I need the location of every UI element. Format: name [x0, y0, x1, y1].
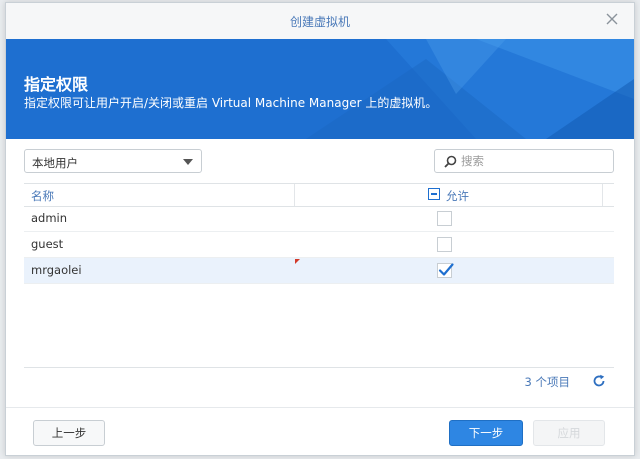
- search-icon: [444, 155, 457, 168]
- header-banner: 指定权限 指定权限可让用户开启/关闭或重启 Virtual Machine Ma…: [6, 39, 634, 139]
- chevron-down-icon: [183, 159, 193, 165]
- column-header-name[interactable]: 名称: [31, 188, 54, 204]
- user-type-selected-value: 本地用户: [32, 156, 78, 170]
- row-user-name: admin: [31, 211, 68, 225]
- next-button[interactable]: 下一步: [449, 420, 523, 446]
- create-vm-dialog: 创建虚拟机 指定权限 指定权限可让用户开启/关闭或重启 Virtual Mach…: [5, 2, 635, 456]
- permissions-table: 名称 允许 admin guest mrgaolei: [24, 183, 614, 368]
- table-row[interactable]: mrgaolei: [24, 258, 614, 284]
- table-row[interactable]: guest: [24, 232, 614, 258]
- page-description: 指定权限可让用户开启/关闭或重启 Virtual Machine Manager…: [24, 96, 438, 110]
- allow-checkbox[interactable]: [437, 211, 452, 226]
- allow-checkbox[interactable]: [437, 263, 454, 278]
- table-header: 名称 允许: [24, 183, 614, 207]
- footer-divider: [6, 407, 634, 408]
- select-all-checkbox[interactable]: [428, 188, 440, 200]
- apply-button: 应用: [533, 420, 605, 446]
- search-input[interactable]: [461, 153, 606, 169]
- row-user-name: guest: [31, 237, 64, 251]
- table-footer: 3 个项目: [24, 367, 614, 395]
- page-heading: 指定权限: [24, 75, 89, 94]
- column-divider[interactable]: [602, 184, 603, 206]
- dialog-title: 创建虚拟机: [289, 15, 350, 29]
- row-user-name: mrgaolei: [31, 263, 82, 277]
- dialog-titlebar: 创建虚拟机: [6, 3, 634, 40]
- banner-background-graphic: [306, 39, 634, 139]
- cursor-marker: [295, 259, 300, 264]
- item-count: 3 个项目: [524, 375, 570, 389]
- refresh-icon[interactable]: [592, 374, 606, 388]
- allow-checkbox[interactable]: [437, 237, 452, 252]
- close-icon[interactable]: [604, 11, 620, 27]
- table-row[interactable]: admin: [24, 206, 614, 232]
- column-divider[interactable]: [294, 184, 295, 206]
- column-header-allow[interactable]: 允许: [446, 188, 469, 204]
- search-box: [434, 149, 614, 173]
- back-button[interactable]: 上一步: [33, 420, 105, 446]
- checkmark-icon: [438, 263, 454, 276]
- user-type-dropdown[interactable]: 本地用户: [24, 149, 202, 173]
